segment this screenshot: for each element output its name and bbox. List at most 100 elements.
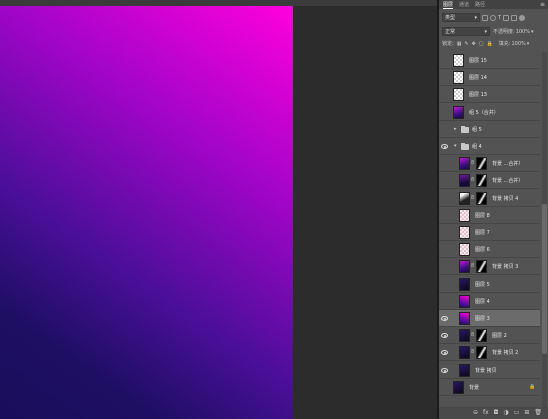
layer-thumbnail[interactable]: [459, 329, 470, 342]
chevron-down-icon[interactable]: ▾: [531, 29, 534, 35]
layer-group-row[interactable]: ▾ 组 4: [439, 138, 540, 155]
layer-row[interactable]: 8 背景 拷贝 4: [439, 190, 540, 207]
visibility-toggle[interactable]: [439, 121, 451, 138]
visibility-toggle[interactable]: [439, 104, 451, 121]
layer-row[interactable]: 背景 拷贝: [439, 362, 540, 379]
lock-pixels-icon[interactable]: ✎: [464, 41, 468, 47]
layer-thumbnail[interactable]: [459, 278, 470, 291]
visibility-toggle[interactable]: [439, 327, 451, 344]
lock-artboard-icon[interactable]: ▢: [479, 41, 484, 47]
visibility-toggle[interactable]: [439, 69, 451, 86]
type-filter-icon[interactable]: T: [498, 15, 501, 21]
layer-row[interactable]: 图层 4: [439, 293, 540, 310]
layer-thumbnail[interactable]: [459, 243, 470, 256]
layer-thumbnail[interactable]: [459, 157, 470, 170]
visibility-toggle[interactable]: [439, 86, 451, 103]
layer-thumbnail[interactable]: [453, 381, 464, 394]
visibility-toggle[interactable]: [439, 276, 451, 293]
lock-all-icon[interactable]: 🔒: [487, 41, 493, 47]
shape-filter-icon[interactable]: [503, 14, 510, 21]
visibility-toggle[interactable]: [439, 344, 451, 361]
visibility-toggle[interactable]: [439, 190, 451, 207]
visibility-toggle[interactable]: [439, 224, 451, 241]
layer-row[interactable]: 图层 6: [439, 241, 540, 258]
link-icon[interactable]: 8: [471, 160, 474, 166]
layer-thumbnail[interactable]: [459, 295, 470, 308]
panel-menu-icon[interactable]: ≡: [540, 0, 545, 9]
visibility-toggle[interactable]: [439, 379, 451, 396]
chevron-down-icon[interactable]: ▾: [527, 41, 530, 47]
layer-row[interactable]: 图层 15: [439, 52, 540, 69]
visibility-toggle[interactable]: [439, 293, 451, 310]
chevron-down-icon[interactable]: ▾: [454, 143, 457, 149]
layer-thumbnail[interactable]: [459, 209, 470, 222]
layer-mask-thumbnail[interactable]: [476, 329, 487, 342]
smart-object-filter-icon[interactable]: [511, 14, 518, 21]
layer-thumbnail[interactable]: [459, 226, 470, 239]
group-icon[interactable]: ▭: [514, 407, 520, 419]
layer-thumbnail[interactable]: [459, 312, 470, 325]
layer-row[interactable]: 图层 3: [439, 310, 540, 327]
visibility-toggle[interactable]: [439, 258, 451, 275]
image-filter-icon[interactable]: [482, 14, 488, 21]
layer-row[interactable]: 8 背景 ...合并）: [439, 155, 540, 172]
layer-row[interactable]: 8 背景 拷贝 2: [439, 344, 540, 361]
fill-value[interactable]: 100%: [511, 41, 525, 47]
tab-layers[interactable]: 图层: [443, 1, 454, 9]
opacity-value[interactable]: 100%: [516, 29, 530, 35]
layer-row[interactable]: 图层 14: [439, 69, 540, 86]
layer-thumbnail[interactable]: [459, 174, 470, 187]
link-icon[interactable]: 8: [471, 349, 474, 355]
visibility-toggle[interactable]: [439, 362, 451, 379]
blend-mode-select[interactable]: 正常 ▾: [442, 27, 490, 36]
scrollbar-thumb[interactable]: [542, 204, 547, 354]
canvas-area[interactable]: [0, 6, 437, 419]
layer-thumbnail[interactable]: [453, 106, 464, 119]
filter-toggle-icon[interactable]: [519, 14, 526, 21]
layer-row[interactable]: 图层 13: [439, 86, 540, 103]
filter-kind-select[interactable]: 类型 ▾: [442, 13, 480, 22]
layer-mask-thumbnail[interactable]: [476, 346, 487, 359]
visibility-toggle[interactable]: [439, 310, 451, 327]
trash-icon[interactable]: 🗑: [534, 407, 542, 419]
adjustment-icon[interactable]: ◑: [503, 407, 508, 419]
link-icon[interactable]: 8: [471, 177, 474, 183]
layer-mask-thumbnail[interactable]: [476, 174, 487, 187]
tab-paths[interactable]: 路径: [475, 1, 485, 8]
layer-thumbnail[interactable]: [459, 364, 470, 377]
layer-thumbnail[interactable]: [453, 88, 464, 101]
layer-mask-thumbnail[interactable]: [476, 157, 487, 170]
layer-row[interactable]: 图层 8: [439, 207, 540, 224]
layer-thumbnail[interactable]: [453, 71, 464, 84]
layer-row[interactable]: 组 5（合并）: [439, 104, 540, 121]
visibility-toggle[interactable]: [439, 207, 451, 224]
layer-row[interactable]: 图层 5: [439, 276, 540, 293]
adjustment-filter-icon[interactable]: [490, 14, 496, 21]
link-icon[interactable]: 8: [471, 195, 474, 201]
new-layer-icon[interactable]: ⊞: [524, 407, 529, 419]
layer-thumbnail[interactable]: [453, 54, 464, 67]
link-icon[interactable]: 8: [471, 332, 474, 338]
visibility-toggle[interactable]: [439, 52, 451, 69]
layer-row[interactable]: 图层 7: [439, 224, 540, 241]
layer-row[interactable]: 8 背景 拷贝 3: [439, 258, 540, 275]
lock-transparent-icon[interactable]: ▦: [457, 41, 462, 47]
chevron-right-icon[interactable]: ▸: [454, 126, 457, 132]
layer-row[interactable]: 背景 🔒: [439, 379, 540, 396]
link-icon[interactable]: 8: [471, 263, 474, 269]
link-layers-icon[interactable]: ⊖: [473, 407, 478, 419]
lock-position-icon[interactable]: ✥: [472, 41, 476, 47]
layer-list-scrollbar[interactable]: [542, 52, 547, 407]
visibility-toggle[interactable]: [439, 172, 451, 189]
layer-thumbnail[interactable]: [459, 260, 470, 273]
visibility-toggle[interactable]: [439, 138, 451, 155]
visibility-toggle[interactable]: [439, 155, 451, 172]
layer-group-row[interactable]: ▸ 组 5: [439, 121, 540, 138]
layer-mask-thumbnail[interactable]: [476, 260, 487, 273]
layer-row[interactable]: 8 图层 2: [439, 327, 540, 344]
layer-mask-thumbnail[interactable]: [476, 192, 487, 205]
layer-thumbnail[interactable]: [459, 192, 470, 205]
document-canvas[interactable]: [0, 6, 293, 419]
mask-icon[interactable]: ◘: [494, 407, 499, 419]
layer-row[interactable]: 8 背景 ...合并）: [439, 172, 540, 189]
